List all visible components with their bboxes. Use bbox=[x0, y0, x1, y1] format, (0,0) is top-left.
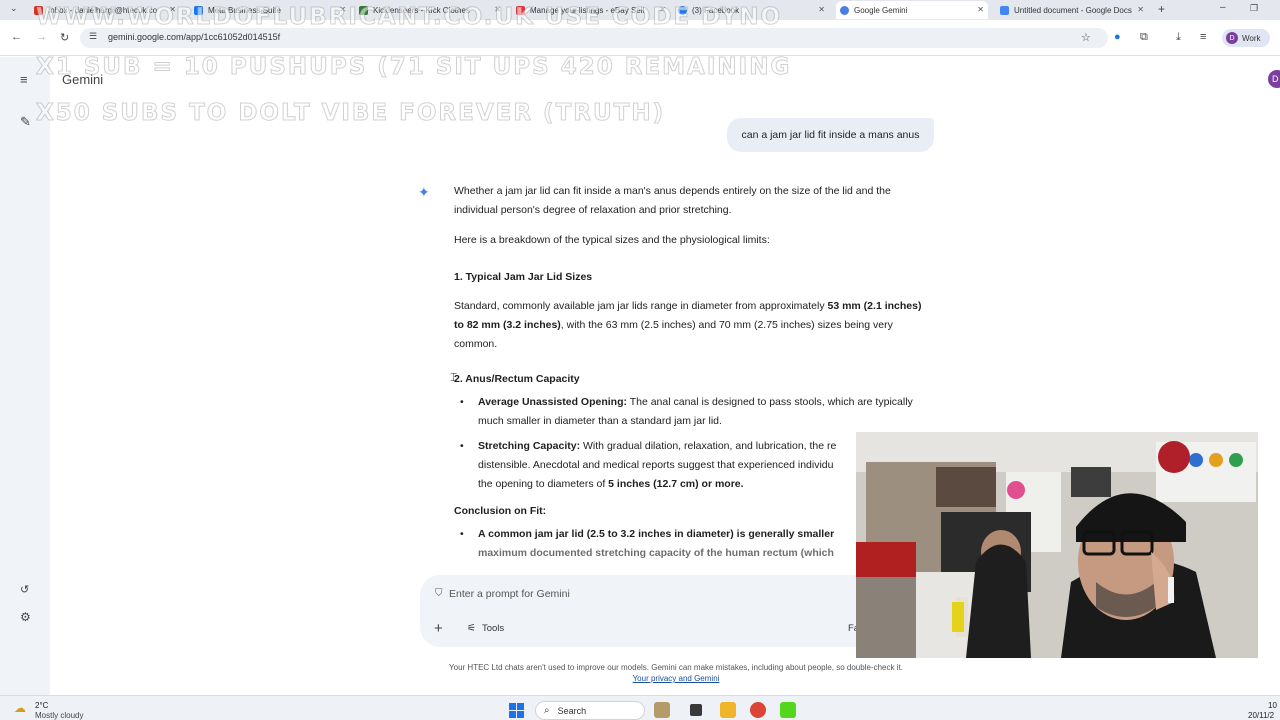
clock-date[interactable]: 20/11/2 bbox=[1248, 711, 1274, 720]
restore-icon[interactable]: ❐ bbox=[1250, 3, 1258, 14]
kick-app-icon[interactable] bbox=[780, 702, 796, 718]
extension-badge-icon[interactable]: ● bbox=[1114, 31, 1121, 43]
bold-run: maximum documented stretching capacity o… bbox=[478, 547, 834, 559]
tab-label: Untitled document - Google Docs bbox=[1014, 5, 1132, 15]
forward-icon[interactable]: → bbox=[36, 31, 47, 43]
account-avatar[interactable]: D bbox=[1268, 70, 1280, 88]
new-chat-icon[interactable]: ✎ bbox=[20, 114, 31, 130]
site-info-icon[interactable]: ☰ bbox=[89, 31, 97, 42]
close-tab-icon[interactable]: ✕ bbox=[977, 5, 984, 14]
response-breakdown: Here is a breakdown of the typical sizes… bbox=[454, 234, 770, 246]
minimize-icon[interactable]: – bbox=[1220, 2, 1226, 13]
gemini-sidebar bbox=[0, 57, 50, 695]
overlay-promo-line: www.worldoflubricant.co.uk use code DYNO bbox=[35, 4, 783, 31]
mouse-cursor-icon: ⌶ bbox=[450, 370, 458, 384]
new-tab-icon[interactable]: + bbox=[1158, 2, 1165, 16]
webcam-image bbox=[856, 432, 1258, 658]
privacy-link[interactable]: Your privacy and Gemini bbox=[633, 674, 720, 683]
start-tile bbox=[517, 711, 524, 718]
disclaimer-line: Your HTEC Ltd chats aren't used to impro… bbox=[449, 663, 903, 672]
overlay-subs-line: x50 subs to dolt vibe forever (truth) bbox=[35, 100, 666, 127]
section-heading: 1. Typical Jam Jar Lid Sizes bbox=[454, 271, 593, 283]
taskbar-search[interactable]: ⌕ Search bbox=[535, 701, 645, 720]
user-message-bubble: can a jam jar lid fit inside a mans anus bbox=[727, 118, 934, 152]
tab-label: Google Gemini bbox=[854, 5, 908, 15]
extensions-icon[interactable]: ⧉ bbox=[1140, 31, 1148, 44]
list-item: Average Unassisted Opening: The anal can… bbox=[454, 393, 934, 431]
prompt-shield-icon: ⛉ bbox=[435, 588, 443, 599]
media-icon[interactable]: ≡ bbox=[1200, 31, 1206, 43]
text-run: With gradual dilation, relaxation, and l… bbox=[580, 440, 837, 452]
widgets-app-icon[interactable] bbox=[654, 702, 670, 718]
disclaimer-text: Your HTEC Ltd chats aren't used to impro… bbox=[420, 662, 932, 684]
weather-icon[interactable]: ☁ bbox=[14, 701, 26, 715]
tools-label: Tools bbox=[481, 623, 505, 634]
bold-run: 5 inches (12.7 cm) or more. bbox=[608, 478, 744, 490]
gemini-spark-icon bbox=[840, 5, 849, 15]
bold-run: Average Unassisted Opening: bbox=[478, 396, 627, 408]
clock-time[interactable]: 10 bbox=[1268, 701, 1277, 710]
back-icon[interactable]: ← bbox=[11, 31, 22, 43]
text-run: the opening to diameters of bbox=[478, 478, 609, 490]
add-attachment-button[interactable]: + bbox=[434, 620, 443, 637]
close-tab-icon[interactable]: ✕ bbox=[818, 5, 825, 14]
weather-temperature[interactable]: 2°C bbox=[35, 701, 48, 710]
tab-search-icon[interactable]: ⌄ bbox=[10, 3, 18, 14]
reload-icon[interactable]: ↻ bbox=[60, 31, 69, 44]
tools-button[interactable]: ⚟ Tools bbox=[467, 623, 504, 634]
search-label: Search bbox=[557, 705, 587, 716]
settings-gear-icon[interactable]: ⚙ bbox=[20, 610, 31, 624]
menu-icon[interactable]: ≡ bbox=[20, 72, 28, 87]
overlay-pushups-line: x1 sub = 10 pushups (71 sit ups 420 rema… bbox=[35, 54, 792, 81]
bold-run: A common jam jar lid (2.5 to 3.2 inches … bbox=[478, 528, 835, 540]
weather-condition[interactable]: Mostly cloudy bbox=[35, 711, 83, 720]
response-intro: Whether a jam jar lid can fit inside a m… bbox=[454, 185, 891, 216]
bookmark-star-icon[interactable]: ☆ bbox=[1081, 31, 1091, 44]
profile-label: Work bbox=[1242, 33, 1261, 43]
activity-icon[interactable]: ↺ bbox=[20, 583, 29, 596]
profile-avatar: D bbox=[1226, 32, 1238, 44]
prompt-input[interactable] bbox=[449, 586, 829, 602]
start-button[interactable] bbox=[509, 703, 524, 718]
search-icon: ⌕ bbox=[544, 705, 550, 716]
tools-icon: ⚟ bbox=[467, 623, 476, 634]
tab-docs[interactable]: Untitled document - Google Docs ✕ bbox=[996, 1, 1148, 19]
docs-icon bbox=[1000, 5, 1009, 15]
start-tile bbox=[517, 703, 524, 710]
download-icon[interactable]: ⤓ bbox=[1176, 31, 1181, 44]
file-explorer-icon[interactable] bbox=[720, 702, 736, 718]
bold-run: Stretching Capacity: bbox=[478, 440, 581, 452]
start-tile bbox=[509, 703, 516, 710]
task-view-icon[interactable] bbox=[690, 704, 702, 716]
text-run: Standard, commonly available jam jar lid… bbox=[454, 300, 828, 312]
profile-chip[interactable]: D Work bbox=[1222, 29, 1270, 47]
start-tile bbox=[509, 711, 516, 718]
tab-gemini[interactable]: Google Gemini ✕ bbox=[836, 1, 988, 19]
gemini-spark-icon: ✦ bbox=[418, 184, 430, 200]
section-paragraph: Standard, commonly available jam jar lid… bbox=[454, 297, 934, 354]
url-text[interactable]: gemini.google.com/app/1cc61052d014515f bbox=[108, 32, 280, 42]
close-tab-icon[interactable]: ✕ bbox=[1137, 5, 1144, 14]
text-run: distensible. Anecdotal and medical repor… bbox=[478, 459, 834, 471]
section-heading: 2. Anus/Rectum Capacity bbox=[454, 373, 580, 385]
webcam-overlay bbox=[856, 432, 1258, 658]
chrome-icon[interactable] bbox=[750, 702, 766, 718]
